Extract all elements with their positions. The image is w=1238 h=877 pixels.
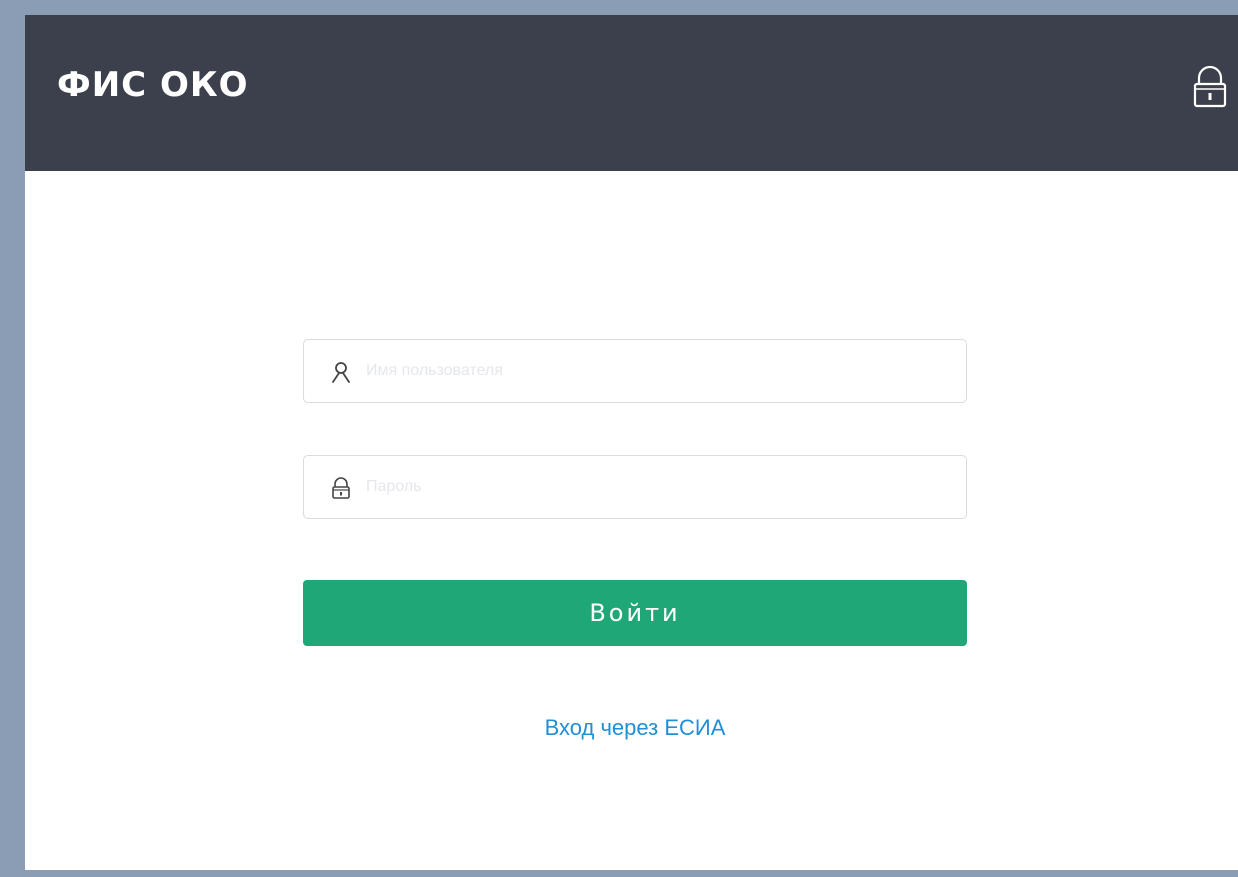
login-button[interactable]: Войти	[303, 580, 967, 646]
password-input[interactable]	[366, 456, 946, 518]
lock-icon[interactable]	[1192, 64, 1228, 108]
app-header: ФИС ОКО	[25, 15, 1238, 171]
password-field[interactable]	[303, 455, 967, 519]
esia-login-link[interactable]: Вход через ЕСИА	[303, 714, 967, 742]
lock-icon	[330, 477, 352, 499]
username-input[interactable]	[366, 340, 946, 402]
username-field[interactable]	[303, 339, 967, 403]
app-title: ФИС ОКО	[57, 65, 249, 105]
user-icon	[330, 361, 352, 383]
app-window: ФИС ОКО Имя пользователя Войти Вход чере…	[25, 15, 1238, 870]
login-form: Войти Вход через ЕСИА	[303, 339, 967, 740]
